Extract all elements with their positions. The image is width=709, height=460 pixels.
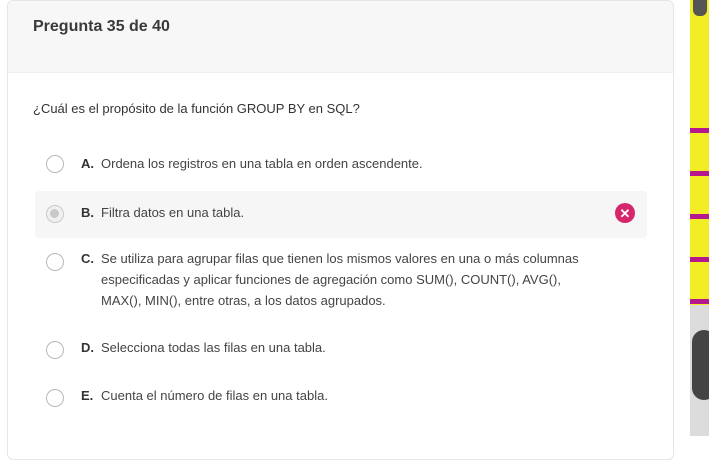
option-a-body: A. Ordena los registros en una tabla en …: [81, 153, 647, 174]
question-card: Pregunta 35 de 40 ¿Cuál es el propósito …: [7, 0, 674, 460]
decor-stripe: [690, 128, 709, 133]
decor-shape: [690, 305, 709, 436]
side-decorative-image: [690, 0, 709, 436]
radio-option-c[interactable]: [46, 253, 64, 271]
radio-option-e[interactable]: [46, 389, 64, 407]
option-letter: A.: [81, 156, 94, 171]
decor-shape: [693, 0, 707, 16]
option-a[interactable]: A. Ordena los registros en una tabla en …: [35, 151, 647, 177]
decor-stripe: [690, 299, 709, 304]
question-header: Pregunta 35 de 40: [8, 1, 673, 73]
decor-stripe: [690, 171, 709, 176]
option-e-body: E. Cuenta el número de filas en una tabl…: [81, 385, 647, 406]
decor-stripe: [690, 257, 709, 262]
decor-stripe: [690, 214, 709, 219]
option-letter: B.: [81, 205, 94, 220]
option-text: Filtra datos en una tabla.: [101, 205, 245, 220]
option-text: Ordena los registros en una tabla en ord…: [101, 156, 423, 171]
option-text: Cuenta el número de filas en una tabla.: [101, 388, 328, 403]
option-text: Se utiliza para agrupar filas que tienen…: [101, 251, 579, 308]
option-b-body: B. Filtra datos en una tabla.: [81, 202, 647, 223]
radio-option-a[interactable]: [46, 155, 64, 173]
option-letter: C.: [81, 251, 94, 266]
option-d[interactable]: D. Selecciona todas las filas en una tab…: [35, 337, 647, 363]
question-counter: Pregunta 35 de 40: [33, 18, 170, 35]
radio-option-b[interactable]: [46, 205, 64, 223]
close-circle-icon: ✕: [615, 203, 635, 223]
option-d-body: D. Selecciona todas las filas en una tab…: [81, 337, 647, 358]
radio-option-d[interactable]: [46, 341, 64, 359]
option-letter: E.: [81, 388, 94, 403]
option-b[interactable]: B. Filtra datos en una tabla. ✕: [35, 191, 647, 238]
question-text: ¿Cuál es el propósito de la función GROU…: [33, 101, 360, 116]
option-letter: D.: [81, 340, 94, 355]
option-c-body: C. Se utiliza para agrupar filas que tie…: [81, 248, 587, 311]
option-c[interactable]: C. Se utiliza para agrupar filas que tie…: [35, 248, 647, 314]
option-text: Selecciona todas las filas en una tabla.: [101, 340, 326, 355]
option-e[interactable]: E. Cuenta el número de filas en una tabl…: [35, 385, 647, 411]
